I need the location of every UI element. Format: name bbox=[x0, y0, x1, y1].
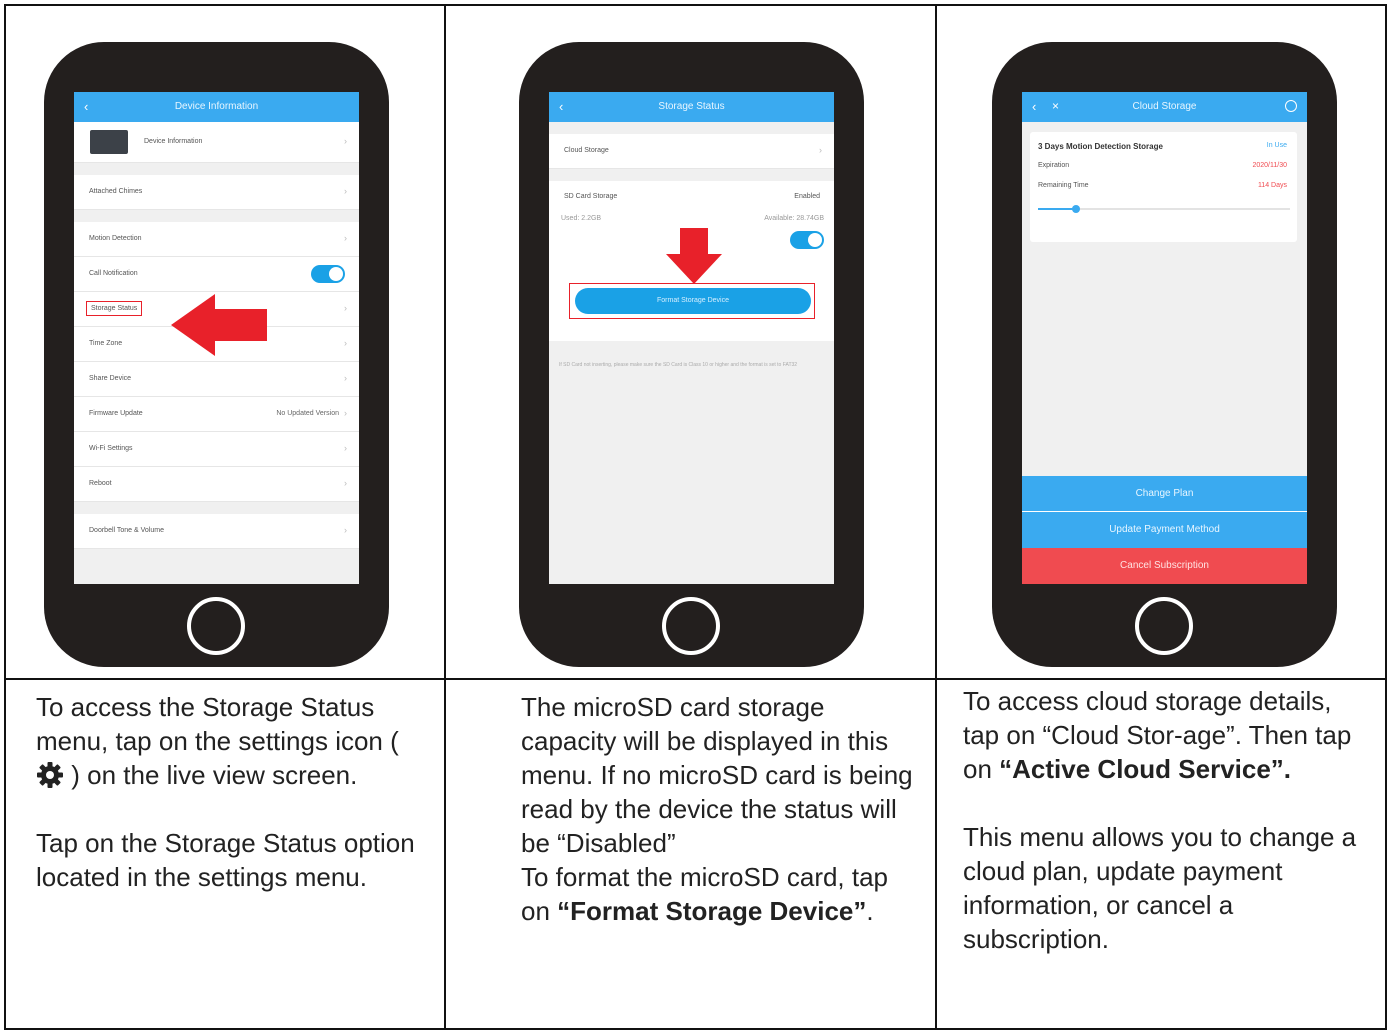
gear-icon bbox=[37, 762, 63, 788]
chevron-right-icon: › bbox=[344, 525, 347, 535]
cloud-storage-screen: ‹ × Cloud Storage 3 Days Motion Detectio… bbox=[1022, 92, 1307, 584]
doorbell-thumbnail-icon bbox=[90, 130, 128, 154]
expiration-value: 2020/11/30 bbox=[1252, 162, 1287, 169]
red-arrow-down-icon bbox=[666, 228, 722, 284]
red-arrow-left-icon bbox=[171, 294, 267, 356]
row-label: Cloud Storage bbox=[564, 147, 609, 154]
plan-card: 3 Days Motion Detection Storage In Use E… bbox=[1030, 132, 1297, 242]
update-payment-button[interactable]: Update Payment Method bbox=[1022, 512, 1307, 548]
format-button-label: Format Storage Device bbox=[657, 297, 729, 304]
row-label: Time Zone bbox=[89, 340, 123, 347]
plan-status: In Use bbox=[1266, 142, 1287, 149]
caption-text: ) on the live view screen. bbox=[71, 760, 358, 790]
home-button[interactable] bbox=[1135, 597, 1193, 655]
expiration-label: Expiration bbox=[1038, 162, 1070, 169]
app-bar: ‹ Device Information bbox=[74, 92, 359, 122]
phone-storage-status: ‹ Storage Status Cloud Storage › SD Card… bbox=[519, 42, 864, 667]
phone-cloud-storage: ‹ × Cloud Storage 3 Days Motion Detectio… bbox=[992, 42, 1337, 667]
doorbell-tone-row[interactable]: Doorbell Tone & Volume › bbox=[74, 514, 359, 549]
row-label: Share Device bbox=[89, 375, 132, 382]
column-divider bbox=[444, 4, 446, 1030]
sd-used-value: Used: 2.2GB bbox=[561, 215, 602, 222]
device-info-row[interactable]: Device Information › bbox=[74, 122, 359, 163]
chevron-right-icon: › bbox=[344, 186, 347, 196]
button-label: Change Plan bbox=[1135, 488, 1194, 499]
column-divider bbox=[935, 4, 937, 1030]
chevron-right-icon: › bbox=[344, 136, 347, 146]
sd-storage-toggle[interactable] bbox=[790, 231, 824, 249]
chevron-right-icon: › bbox=[344, 303, 347, 313]
panel3-caption: To access cloud storage details, tap on … bbox=[963, 684, 1373, 956]
firmware-update-row[interactable]: Firmware Update No Updated Version › bbox=[74, 397, 359, 432]
info-icon[interactable] bbox=[1285, 100, 1297, 112]
remaining-value: 114 Days bbox=[1257, 182, 1287, 189]
chevron-right-icon: › bbox=[344, 443, 347, 453]
row-label: Wi-Fi Settings bbox=[89, 445, 133, 452]
row-label: Attached Chimes bbox=[89, 188, 143, 195]
caption-paragraph: This menu allows you to change a cloud p… bbox=[963, 822, 1357, 954]
caption-bold-text: “Format Storage Device” bbox=[557, 896, 867, 926]
caption-paragraph: To access the Storage Status menu, tap o… bbox=[36, 690, 416, 792]
row-label: Device Information bbox=[144, 138, 203, 145]
chevron-right-icon: › bbox=[344, 373, 347, 383]
cancel-subscription-button[interactable]: Cancel Subscription bbox=[1022, 548, 1307, 584]
home-button[interactable] bbox=[662, 597, 720, 655]
button-label: Update Payment Method bbox=[1109, 524, 1220, 535]
caption-paragraph: To format the microSD card, tap on “Form… bbox=[521, 860, 921, 928]
row-label: Doorbell Tone & Volume bbox=[89, 527, 164, 534]
app-bar: ‹ × Cloud Storage bbox=[1022, 92, 1307, 122]
home-button[interactable] bbox=[187, 597, 245, 655]
panel2-caption: The microSD card storage capacity will b… bbox=[521, 690, 921, 928]
sd-card-note: If SD Card not inserting, please make su… bbox=[559, 362, 798, 368]
app-bar: ‹ Storage Status bbox=[549, 92, 834, 122]
caption-text: . bbox=[866, 896, 874, 926]
row-label: Call Notification bbox=[89, 270, 138, 277]
row-label: Storage Status bbox=[86, 301, 143, 316]
firmware-version-value: No Updated Version bbox=[276, 410, 339, 417]
remaining-time-bar bbox=[1038, 205, 1290, 213]
chevron-right-icon: › bbox=[819, 145, 822, 155]
caption-bold-text: “Active Cloud Service”. bbox=[999, 754, 1292, 784]
call-notification-toggle[interactable] bbox=[311, 265, 345, 283]
format-storage-button[interactable]: Format Storage Device bbox=[575, 288, 811, 314]
storage-status-screen: ‹ Storage Status Cloud Storage › SD Card… bbox=[549, 92, 834, 584]
chevron-right-icon: › bbox=[344, 233, 347, 243]
attached-chimes-row[interactable]: Attached Chimes › bbox=[74, 175, 359, 210]
screen-title: Storage Status bbox=[658, 101, 725, 112]
button-label: Cancel Subscription bbox=[1120, 560, 1209, 571]
caption-paragraph: Tap on the Storage Status option located… bbox=[36, 828, 415, 892]
chevron-right-icon: › bbox=[344, 338, 347, 348]
row-divider bbox=[4, 678, 1387, 680]
caption-paragraph: To access cloud storage details, tap on … bbox=[963, 684, 1373, 786]
remaining-time-knob bbox=[1071, 205, 1080, 213]
row-label: Motion Detection bbox=[89, 235, 142, 242]
row-label: Reboot bbox=[89, 480, 112, 487]
caption-text: To access the Storage Status menu, tap o… bbox=[36, 692, 399, 756]
sd-available-value: Available: 28.74GB bbox=[764, 215, 824, 222]
screen-title: Device Information bbox=[174, 101, 259, 112]
cloud-storage-row[interactable]: Cloud Storage › bbox=[549, 134, 834, 169]
wifi-settings-row[interactable]: Wi-Fi Settings › bbox=[74, 432, 359, 467]
remaining-time-fill bbox=[1038, 208, 1076, 210]
call-notification-row: Call Notification bbox=[74, 257, 359, 292]
caption-paragraph: The microSD card storage capacity will b… bbox=[521, 692, 913, 858]
motion-detection-row[interactable]: Motion Detection › bbox=[74, 222, 359, 257]
phone-device-information: ‹ Device Information Device Information … bbox=[44, 42, 389, 667]
chevron-right-icon: › bbox=[344, 478, 347, 488]
share-device-row[interactable]: Share Device › bbox=[74, 362, 359, 397]
remaining-label: Remaining Time bbox=[1038, 182, 1089, 189]
sd-status-value: Enabled bbox=[794, 193, 820, 200]
chevron-right-icon: › bbox=[344, 408, 347, 418]
plan-name: 3 Days Motion Detection Storage bbox=[1038, 142, 1163, 151]
sd-card-label: SD Card Storage bbox=[564, 193, 618, 200]
panel1-caption: To access the Storage Status menu, tap o… bbox=[36, 690, 416, 894]
reboot-row[interactable]: Reboot › bbox=[74, 467, 359, 502]
screen-title: Cloud Storage bbox=[1132, 101, 1197, 112]
change-plan-button[interactable]: Change Plan bbox=[1022, 476, 1307, 512]
row-label: Firmware Update bbox=[89, 410, 143, 417]
